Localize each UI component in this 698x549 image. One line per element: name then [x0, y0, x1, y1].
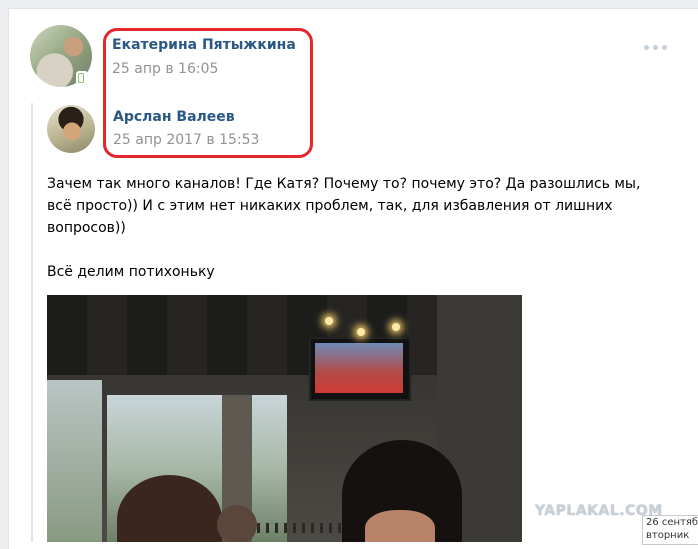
tooltip-date: 26 сентябр [646, 517, 698, 528]
repost-author-avatar[interactable] [47, 105, 95, 153]
post-photo[interactable] [47, 295, 522, 542]
post-date[interactable]: 25 апр в 16:05 [112, 61, 218, 77]
repost-divider [31, 103, 33, 542]
mobile-online-icon [76, 71, 88, 85]
post-author-name[interactable]: Екатерина Пятыжкина [112, 37, 296, 53]
post-text: Зачем так много каналов! Где Катя? Почем… [47, 176, 641, 280]
more-horizontal-icon[interactable] [644, 45, 668, 51]
repost-author-name[interactable]: Арслан Валеев [113, 109, 235, 125]
date-tooltip: 26 сентябр вторник [642, 515, 698, 545]
tooltip-weekday: вторник [646, 530, 690, 541]
repost-date[interactable]: 25 апр 2017 в 15:53 [113, 132, 259, 148]
